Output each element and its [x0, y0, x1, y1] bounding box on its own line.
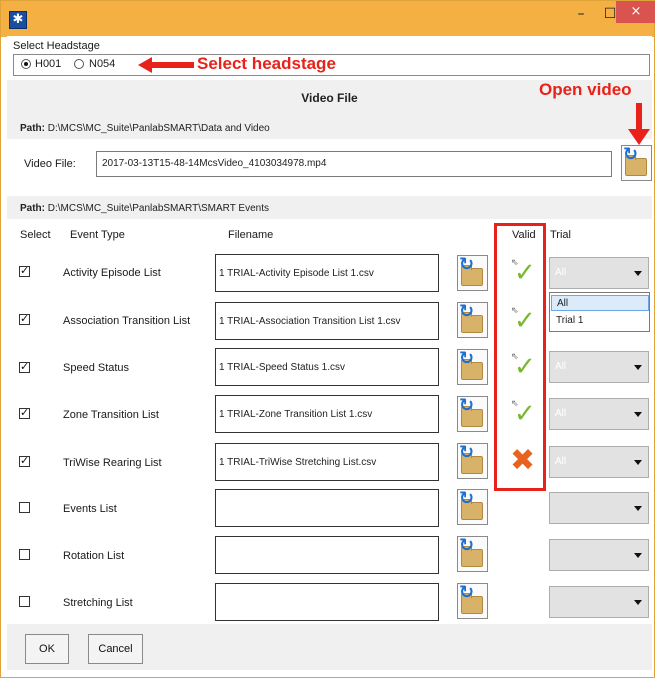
refresh-arrow-icon: ↻ — [459, 535, 475, 556]
refresh-arrow-icon: ↻ — [459, 254, 475, 275]
chevron-down-icon — [634, 271, 642, 276]
radio-h001-label[interactable]: H001 — [35, 58, 61, 70]
row-6-filename[interactable] — [215, 536, 439, 574]
events-path-label: Path: — [20, 203, 45, 214]
chevron-down-icon — [634, 460, 642, 465]
refresh-arrow-icon: ↻ — [459, 442, 475, 463]
row-0-trial-value: All — [555, 267, 567, 278]
row-2-checkbox[interactable] — [19, 360, 30, 373]
row-1-checkbox[interactable] — [19, 312, 30, 325]
video-file-label: Video File: — [24, 158, 76, 170]
row-5-event-type: Events List — [63, 503, 117, 515]
annotation-arrow-left — [138, 57, 194, 73]
row-1-filename[interactable]: 1 TRIAL-Association Transition List 1.cs… — [215, 302, 439, 340]
refresh-arrow-icon: ↻ — [459, 395, 475, 416]
refresh-arrow-icon: ↻ — [459, 488, 475, 509]
row-0-browse-button[interactable]: ↻ — [457, 255, 488, 291]
chevron-down-icon — [634, 600, 642, 605]
refresh-arrow-icon: ↻ — [623, 144, 639, 165]
row-4-browse-button[interactable]: ↻ — [457, 443, 488, 479]
refresh-arrow-icon: ↻ — [459, 348, 475, 369]
row-6-trial-select[interactable] — [549, 539, 649, 571]
col-filename: Filename — [228, 229, 274, 241]
row-7-trial-select[interactable] — [549, 586, 649, 618]
cancel-button[interactable]: Cancel — [88, 634, 143, 664]
row-4-trial-value: All — [555, 456, 567, 467]
video-path-value: D:\MCS\MC_Suite\PanlabSMART\Data and Vid… — [47, 123, 270, 134]
row-2-event-type: Speed Status — [63, 362, 130, 374]
events-path-value: D:\MCS\MC_Suite\PanlabSMART\SMART Events — [47, 203, 269, 214]
video-file-field[interactable]: 2017-03-13T15-48-14McsVideo_4103034978.m… — [96, 151, 612, 177]
row-3-trial-value: All — [555, 408, 567, 419]
annotation-select-headstage: Select headstage — [197, 54, 336, 73]
col-event-type: Event Type — [70, 229, 125, 241]
row-3-checkbox[interactable] — [19, 406, 30, 419]
trial-dropdown-list: All Trial 1 — [549, 292, 650, 332]
close-button[interactable]: × — [616, 1, 655, 23]
video-path: Path: D:\MCS\MC_Suite\PanlabSMART\Data a… — [20, 123, 270, 134]
annotation-arrow-down — [628, 103, 650, 145]
row-4-filename[interactable]: 1 TRIAL-TriWise Stretching List.csv — [215, 443, 439, 481]
row-5-filename[interactable] — [215, 489, 439, 527]
row-7-checkbox[interactable] — [19, 596, 30, 607]
refresh-arrow-icon: ↻ — [459, 301, 475, 322]
col-trial: Trial — [550, 229, 571, 241]
headstage-group-label: Select Headstage — [13, 40, 100, 52]
open-video-button[interactable]: ↻ — [621, 145, 652, 181]
trial-option-trial-1[interactable]: Trial 1 — [551, 313, 649, 329]
radio-h001[interactable] — [21, 59, 31, 69]
trial-option-all[interactable]: All — [551, 295, 649, 311]
row-1-event-type: Association Transition List — [63, 315, 191, 327]
row-0-filename[interactable]: 1 TRIAL-Activity Episode List 1.csv — [215, 254, 439, 292]
app-icon: ✱ — [9, 11, 27, 29]
row-2-filename[interactable]: 1 TRIAL-Speed Status 1.csv — [215, 348, 439, 386]
chevron-down-icon — [634, 412, 642, 417]
row-6-event-type: Rotation List — [63, 550, 125, 562]
video-file-title: Video File — [301, 91, 358, 105]
radio-n054-label[interactable]: N054 — [89, 58, 115, 70]
refresh-arrow-icon: ↻ — [459, 582, 475, 603]
row-4-checkbox[interactable] — [19, 454, 30, 467]
minimize-button[interactable]: – — [566, 3, 596, 27]
events-path: Path: D:\MCS\MC_Suite\PanlabSMART\SMART … — [20, 203, 269, 214]
row-5-browse-button[interactable]: ↻ — [457, 489, 488, 525]
row-7-filename[interactable] — [215, 583, 439, 621]
chevron-down-icon — [634, 506, 642, 511]
video-path-label: Path: — [20, 123, 45, 134]
row-4-event-type: TriWise Rearing List — [63, 457, 162, 469]
row-2-trial-select[interactable]: All — [549, 351, 649, 383]
row-3-trial-select[interactable]: All — [549, 398, 649, 430]
row-1-browse-button[interactable]: ↻ — [457, 302, 488, 338]
row-3-filename[interactable]: 1 TRIAL-Zone Transition List 1.csv — [215, 395, 439, 433]
col-select: Select — [20, 229, 51, 241]
title-bar[interactable]: ✱ – ☐ × — [1, 1, 655, 37]
row-5-checkbox[interactable] — [19, 502, 30, 513]
row-0-event-type: Activity Episode List — [63, 267, 161, 279]
row-6-browse-button[interactable]: ↻ — [457, 536, 488, 572]
row-0-trial-select[interactable]: All — [549, 257, 649, 289]
row-3-event-type: Zone Transition List — [63, 409, 159, 421]
radio-n054[interactable] — [74, 59, 84, 69]
chevron-down-icon — [634, 365, 642, 370]
row-6-checkbox[interactable] — [19, 549, 30, 560]
row-3-browse-button[interactable]: ↻ — [457, 396, 488, 432]
row-2-browse-button[interactable]: ↻ — [457, 349, 488, 385]
row-4-trial-select[interactable]: All — [549, 446, 649, 478]
ok-button[interactable]: OK — [25, 634, 69, 664]
row-0-checkbox[interactable] — [19, 264, 30, 277]
row-7-browse-button[interactable]: ↻ — [457, 583, 488, 619]
row-7-event-type: Stretching List — [63, 597, 133, 609]
valid-column-highlight — [494, 223, 546, 491]
row-2-trial-value: All — [555, 361, 567, 372]
chevron-down-icon — [634, 553, 642, 558]
row-5-trial-select[interactable] — [549, 492, 649, 524]
